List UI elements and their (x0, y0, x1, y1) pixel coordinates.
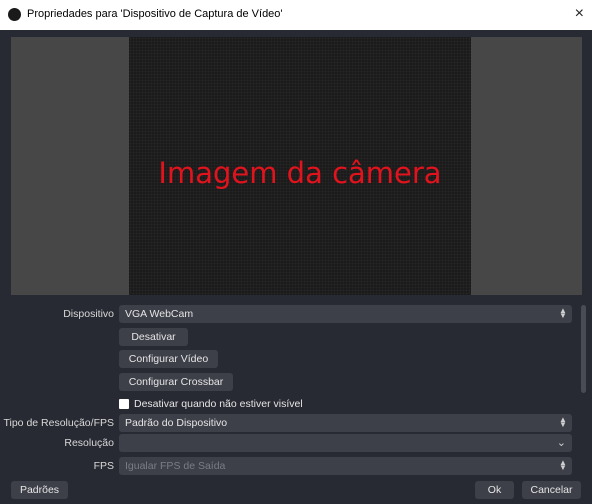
spin-updown-icon: ▲ ▼ (559, 306, 567, 320)
configure-video-button[interactable]: Configurar Vídeo (119, 350, 218, 368)
configure-crossbar-button[interactable]: Configurar Crossbar (119, 373, 233, 391)
deactivate-when-hidden-row[interactable]: Desativar quando não estiver visível (119, 397, 303, 411)
properties-scrollbar[interactable] (581, 305, 586, 393)
camera-preview: Imagem da câmera (129, 37, 471, 295)
resolution-label: Resolução (64, 437, 114, 449)
deactivate-when-hidden-label: Desativar quando não estiver visível (134, 398, 303, 410)
obs-logo-icon (8, 8, 21, 21)
ok-button[interactable]: Ok (475, 481, 514, 499)
resolution-combobox[interactable]: ⌄ (119, 434, 572, 452)
device-label: Dispositivo (63, 308, 114, 320)
title-bar: Propriedades para 'Dispositivo de Captur… (0, 0, 592, 30)
fps-label: FPS (93, 460, 114, 472)
camera-text: Imagem da câmera (158, 156, 442, 190)
device-row: Dispositivo VGA WebCam ▲ ▼ (0, 305, 592, 325)
preview-area: Imagem da câmera (11, 37, 582, 295)
window-title: Propriedades para 'Dispositivo de Captur… (27, 8, 283, 20)
properties-panel: Dispositivo VGA WebCam ▲ ▼ Desativar Conf… (0, 300, 592, 478)
fps-value: Igualar FPS de Saída (125, 460, 226, 472)
fps-row: FPS Igualar FPS de Saída ▲ ▼ (0, 457, 592, 477)
resolution-fps-type-value: Padrão do Dispositivo (125, 417, 228, 429)
close-icon[interactable]: × (575, 5, 584, 23)
deactivate-when-hidden-checkbox[interactable] (119, 399, 129, 409)
chevron-down-icon[interactable]: ⌄ (557, 436, 566, 449)
fps-select[interactable]: Igualar FPS de Saída ▲ ▼ (119, 457, 572, 475)
device-select[interactable]: VGA WebCam ▲ ▼ (119, 305, 572, 323)
device-value: VGA WebCam (125, 308, 194, 320)
cancel-button[interactable]: Cancelar (522, 481, 581, 499)
resolution-fps-type-select[interactable]: Padrão do Dispositivo ▲ ▼ (119, 414, 572, 432)
deactivate-button[interactable]: Desativar (119, 328, 188, 346)
defaults-button[interactable]: Padrões (11, 481, 68, 499)
resolution-fps-type-row: Tipo de Resolução/FPS Padrão do Disposit… (0, 414, 592, 434)
resolution-row: Resolução ⌄ (0, 434, 592, 454)
resolution-fps-type-label: Tipo de Resolução/FPS (3, 417, 114, 429)
spin-updown-icon: ▲ ▼ (559, 415, 567, 429)
spin-updown-icon: ▲ ▼ (559, 458, 567, 472)
